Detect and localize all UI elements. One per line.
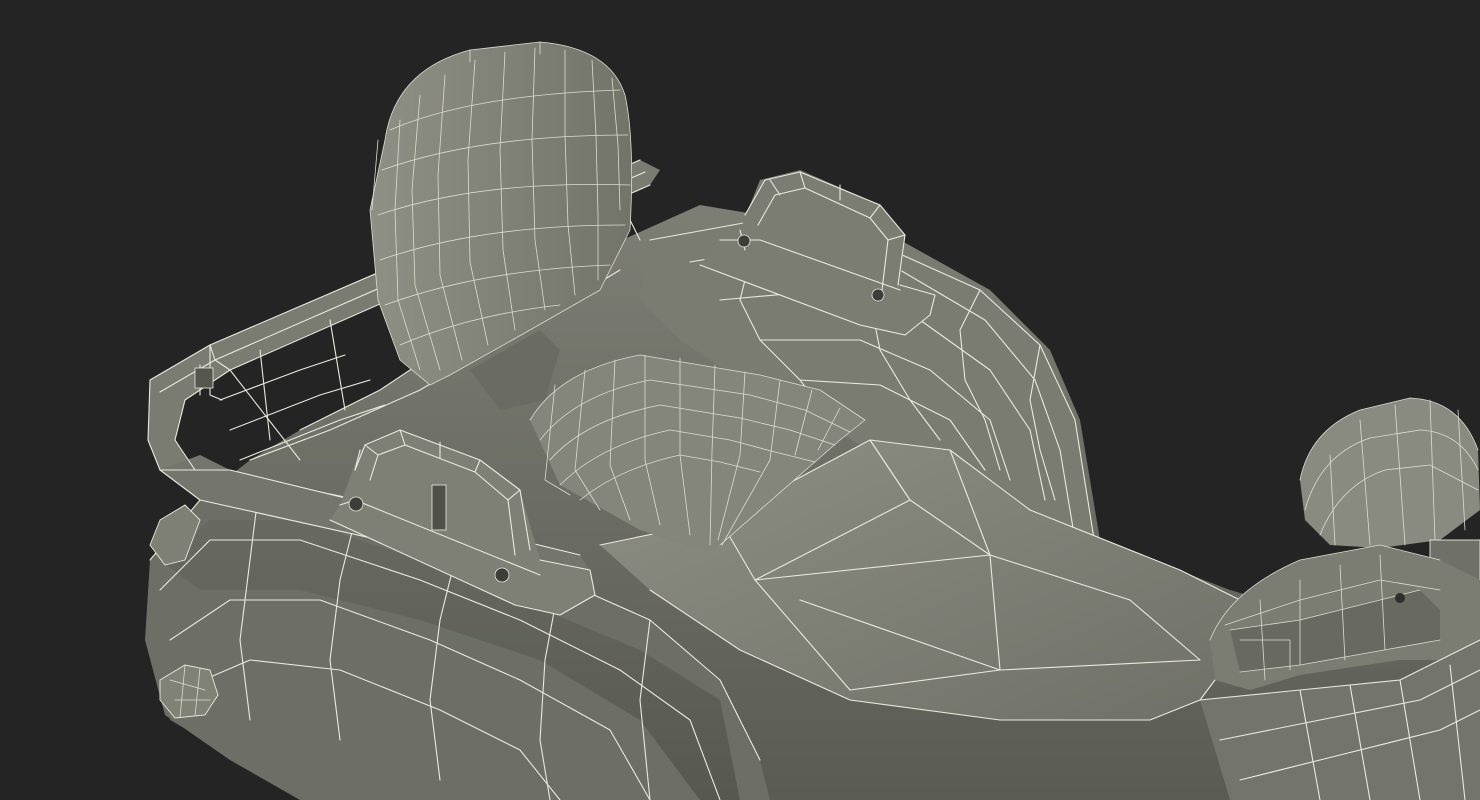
bolt-icon bbox=[737, 234, 751, 248]
bolt-icon bbox=[1395, 593, 1405, 603]
bolt-icon bbox=[494, 567, 510, 583]
bolt-icon bbox=[871, 288, 885, 302]
atv-wireframe-render bbox=[145, 41, 1480, 800]
handle-post bbox=[431, 484, 447, 531]
bolt-icon bbox=[348, 496, 364, 512]
rack-bracket bbox=[194, 367, 214, 389]
viewport-render bbox=[0, 0, 1480, 800]
